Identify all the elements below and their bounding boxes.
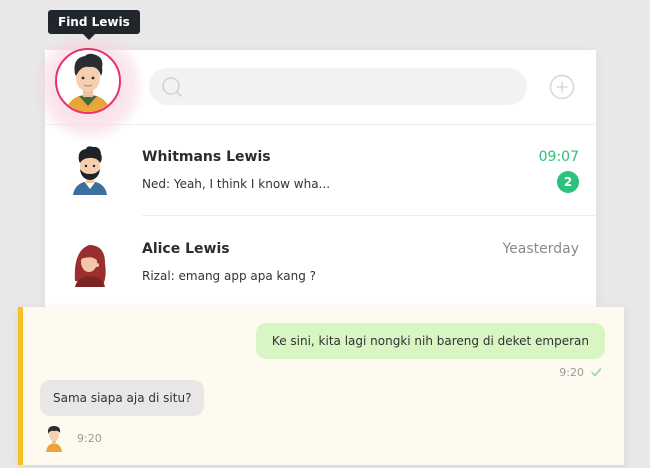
conversation-accent-bar bbox=[18, 307, 23, 465]
chat-name: Alice Lewis bbox=[142, 241, 230, 257]
add-icon[interactable] bbox=[549, 74, 575, 100]
conversation-panel: Ke sini, kita lagi nongki nih bareng di … bbox=[18, 307, 624, 465]
unread-badge: 2 bbox=[557, 171, 579, 193]
search-icon bbox=[162, 77, 182, 97]
chat-time: 09:07 bbox=[538, 149, 579, 165]
divider bbox=[142, 215, 596, 216]
chat-time: Yeasterday bbox=[502, 241, 579, 257]
chat-list-item[interactable]: Whitmans Lewis Ned: Yeah, I think I know… bbox=[45, 125, 596, 217]
check-icon bbox=[591, 368, 602, 377]
message-time: 9:20 bbox=[77, 432, 102, 445]
chat-list-item[interactable]: Alice Lewis Rizal: emang app apa kang ? … bbox=[45, 217, 596, 309]
avatar bbox=[73, 146, 107, 195]
message-time: 9:20 bbox=[559, 366, 584, 379]
avatar bbox=[65, 53, 111, 112]
search-input[interactable] bbox=[149, 68, 527, 105]
tooltip-arrow bbox=[83, 34, 95, 40]
chat-name: Whitmans Lewis bbox=[142, 149, 271, 165]
tooltip: Find Lewis bbox=[48, 10, 140, 34]
avatar bbox=[46, 426, 62, 452]
profile-avatar[interactable] bbox=[55, 48, 121, 114]
outgoing-message: Ke sini, kita lagi nongki nih bareng di … bbox=[255, 323, 605, 359]
chat-preview: Rizal: emang app apa kang ? bbox=[142, 269, 317, 283]
avatar bbox=[74, 245, 106, 287]
incoming-message: Sama siapa aja di situ? bbox=[40, 380, 205, 416]
chat-preview: Ned: Yeah, I think I know wha... bbox=[142, 177, 331, 191]
